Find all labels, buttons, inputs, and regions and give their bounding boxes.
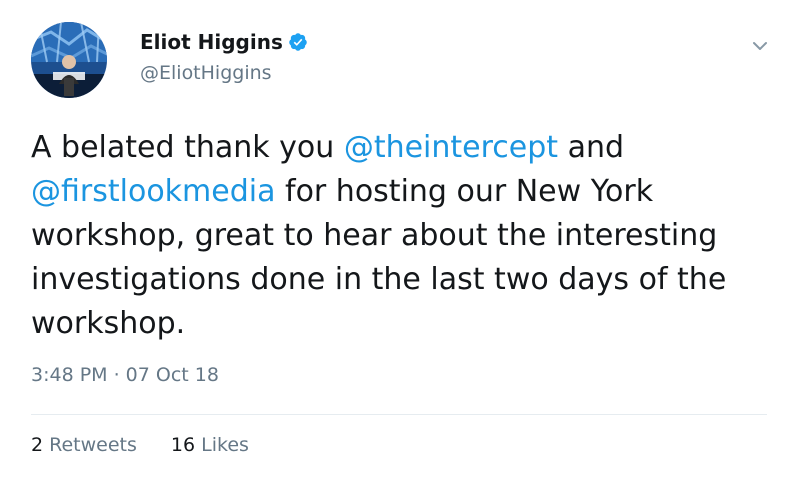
tweet-timestamp[interactable]: 3:48 PM · 07 Oct 18 [31, 364, 219, 386]
likes-label: Likes [201, 434, 249, 456]
verified-badge-icon [288, 32, 308, 52]
author-name-row: Eliot Higgins [140, 28, 308, 56]
author-handle[interactable]: @EliotHiggins [140, 62, 308, 84]
chevron-down-icon[interactable] [750, 38, 770, 54]
retweets-label: Retweets [49, 434, 137, 456]
likes-count: 16 [170, 434, 202, 456]
retweets-stat[interactable]: 2 Retweets [31, 434, 137, 456]
author-display-name[interactable]: Eliot Higgins [140, 30, 283, 54]
tweet-card: Eliot Higgins @EliotHiggins A belated th… [0, 0, 798, 485]
mention-link[interactable]: @theintercept [344, 130, 558, 165]
author-avatar[interactable] [31, 22, 107, 98]
retweets-count: 2 [31, 434, 50, 456]
likes-stat[interactable]: 16 Likes [171, 434, 249, 456]
avatar-image [31, 22, 107, 98]
mention-link[interactable]: @firstlookmedia [31, 174, 275, 209]
tweet-text-segment: A belated thank you [31, 130, 344, 165]
tweet-stats: 2 Retweets 16 Likes [31, 434, 249, 456]
divider [31, 414, 767, 415]
author-info: Eliot Higgins @EliotHiggins [140, 28, 308, 84]
tweet-text-segment: and [558, 130, 634, 165]
tweet-text: A belated thank you @theintercept and @f… [31, 126, 771, 346]
